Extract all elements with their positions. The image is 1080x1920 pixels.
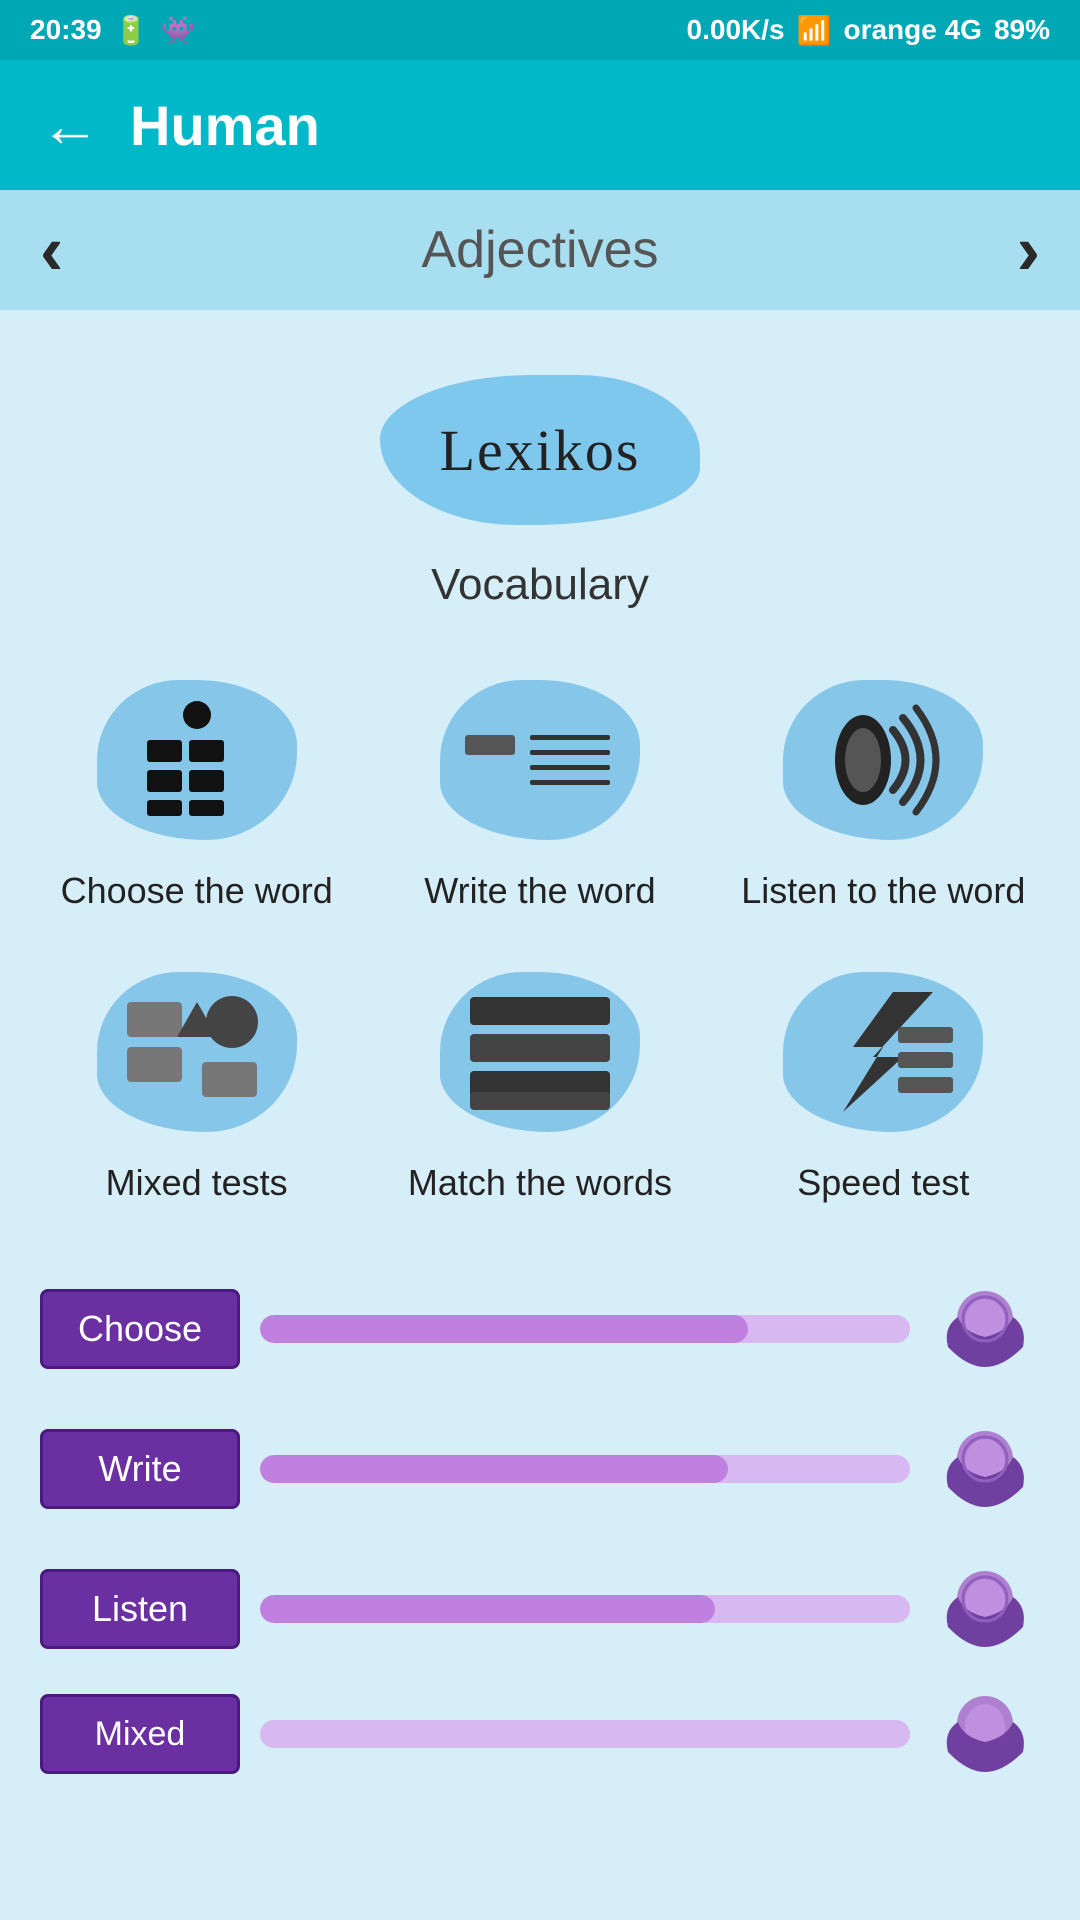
activity-label-mixed: Mixed tests [106,1162,288,1204]
match-icon [460,982,620,1122]
progress-btn-mixed[interactable]: Mixed [40,1694,240,1774]
activity-label-write: Write the word [424,870,655,912]
battery-icon-placeholder: 🔋 [114,14,149,47]
category-title: Adjectives [422,220,659,280]
activity-speed-test[interactable]: Speed test [727,962,1040,1204]
lexikos-text: Lexikos [440,417,641,484]
main-content: Lexikos Vocabulary Choose the word [0,310,1080,1824]
progress-bar-mixed [260,1720,910,1748]
next-category-button[interactable]: › [1017,210,1040,290]
vocabulary-label: Vocabulary [431,560,649,610]
progress-row-mixed: Mixed [40,1694,1040,1774]
progress-section: Choose Write [40,1274,1040,1774]
progress-fill-write [260,1455,728,1483]
trophy-listen [930,1554,1040,1664]
activity-label-speed: Speed test [797,1162,969,1204]
activities-grid: Choose the word Write the word [40,670,1040,1204]
activity-icon-choose [87,670,307,850]
activity-icon-match [430,962,650,1142]
activity-label-choose: Choose the word [61,870,333,912]
time-display: 20:39 [30,14,102,46]
activity-label-listen: Listen to the word [741,870,1025,912]
progress-bar-choose [260,1315,910,1343]
category-nav: ‹ Adjectives › [0,190,1080,310]
network-speed: 0.00K/s [687,14,785,46]
activity-icon-speed [773,962,993,1142]
progress-row-write: Write [40,1414,1040,1524]
app-bar: ← Human [0,60,1080,190]
activity-icon-mixed [87,962,307,1142]
progress-row-listen: Listen [40,1554,1040,1664]
sim-icon: 👾 [161,14,196,47]
progress-bar-listen [260,1595,910,1623]
lexikos-container: Lexikos Vocabulary [360,360,720,610]
progress-row-choose: Choose [40,1274,1040,1384]
app-title: Human [130,93,320,158]
lexikos-logo: Lexikos [360,360,720,540]
progress-fill-choose [260,1315,748,1343]
activity-write-word[interactable]: Write the word [383,670,696,912]
progress-btn-write[interactable]: Write [40,1429,240,1509]
prev-category-button[interactable]: ‹ [40,210,63,290]
carrier-label: orange 4G [843,14,981,46]
signal-icon: 📶 [797,14,832,47]
battery-label: 89% [994,14,1050,46]
status-bar: 20:39 🔋 👾 0.00K/s 📶 orange 4G 89% [0,0,1080,60]
activity-label-match: Match the words [408,1162,672,1204]
speed-icon [803,982,963,1122]
progress-btn-choose[interactable]: Choose [40,1289,240,1369]
activity-icon-listen [773,670,993,850]
grid-icon [127,695,267,825]
activity-icon-write [430,670,650,850]
trophy-choose [930,1274,1040,1384]
trophy-mixed [930,1694,1040,1774]
activity-mixed-tests[interactable]: Mixed tests [40,962,353,1204]
progress-bar-write [260,1455,910,1483]
progress-btn-listen[interactable]: Listen [40,1569,240,1649]
back-button[interactable]: ← [40,91,100,160]
write-icon [460,705,620,815]
speaker-icon [808,690,958,830]
trophy-write [930,1414,1040,1524]
activity-choose-word[interactable]: Choose the word [40,670,353,912]
activity-listen-word[interactable]: Listen to the word [727,670,1040,912]
mixed-icon [117,982,277,1122]
activity-match-words[interactable]: Match the words [383,962,696,1204]
progress-fill-listen [260,1595,715,1623]
